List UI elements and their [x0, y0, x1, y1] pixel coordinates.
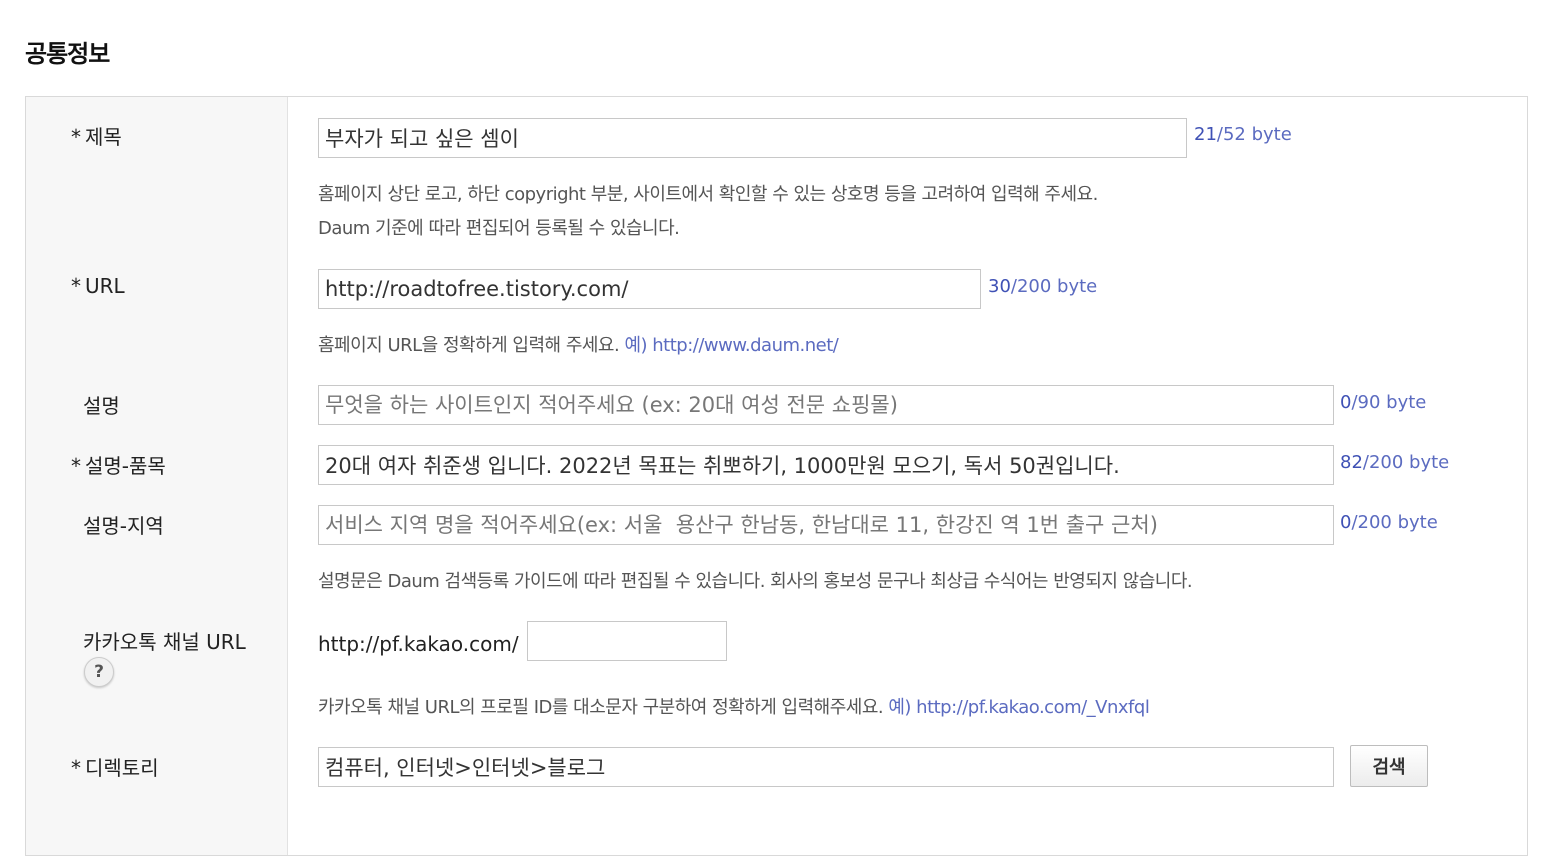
- description-region-input[interactable]: [318, 505, 1334, 545]
- kakao-example: 예) http://pf.kakao.com/_Vnxfql: [888, 697, 1150, 718]
- description-region-label: 설명-지역: [83, 514, 164, 538]
- description-help: 설명문은 Daum 검색등록 가이드에 따라 편집될 수 있습니다. 회사의 홍…: [318, 571, 1193, 592]
- kakao-channel-label: 카카오톡 채널 URL: [83, 630, 246, 654]
- kakao-help: 카카오톡 채널 URL의 프로필 ID를 대소문자 구분하여 정확하게 입력해주…: [318, 697, 1150, 718]
- title-label: * 제목: [71, 125, 122, 149]
- required-mark: *: [71, 125, 81, 149]
- required-mark: *: [71, 756, 81, 780]
- directory-input[interactable]: [318, 747, 1334, 787]
- description-item-byte-counter: 82/200 byte: [1340, 452, 1450, 473]
- url-example: 예) http://www.daum.net/: [624, 335, 839, 356]
- description-item-label: * 설명-품목: [71, 454, 166, 478]
- required-mark: *: [71, 454, 81, 478]
- title-byte-counter: 21/52 byte: [1194, 124, 1292, 145]
- url-input[interactable]: [318, 269, 981, 309]
- directory-search-button[interactable]: 검색: [1350, 745, 1428, 787]
- required-mark: *: [71, 274, 81, 298]
- description-item-input[interactable]: [318, 445, 1334, 485]
- kakao-channel-id-input[interactable]: [527, 621, 727, 661]
- section-title: 공통정보: [25, 40, 110, 68]
- url-help: 홈페이지 URL을 정확하게 입력해 주세요. 예) http://www.da…: [318, 335, 839, 356]
- description-input[interactable]: [318, 385, 1334, 425]
- help-question-icon[interactable]: ?: [84, 657, 114, 687]
- kakao-url-prefix: http://pf.kakao.com/: [318, 632, 519, 656]
- description-byte-counter: 0/90 byte: [1340, 392, 1427, 413]
- description-label: 설명: [83, 394, 120, 418]
- title-help-line2: Daum 기준에 따라 편집되어 등록될 수 있습니다.: [318, 218, 680, 239]
- description-region-byte-counter: 0/200 byte: [1340, 512, 1438, 533]
- directory-label: * 디렉토리: [71, 756, 159, 780]
- title-help-line1: 홈페이지 상단 로고, 하단 copyright 부분, 사이트에서 확인할 수…: [318, 184, 1098, 205]
- title-input[interactable]: [318, 118, 1187, 158]
- url-label: * URL: [71, 274, 125, 298]
- url-byte-counter: 30/200 byte: [988, 276, 1098, 297]
- common-info-form: *제목 21/52 byte 홈페이지 상단 로고, 하단 copyright …: [25, 96, 1528, 856]
